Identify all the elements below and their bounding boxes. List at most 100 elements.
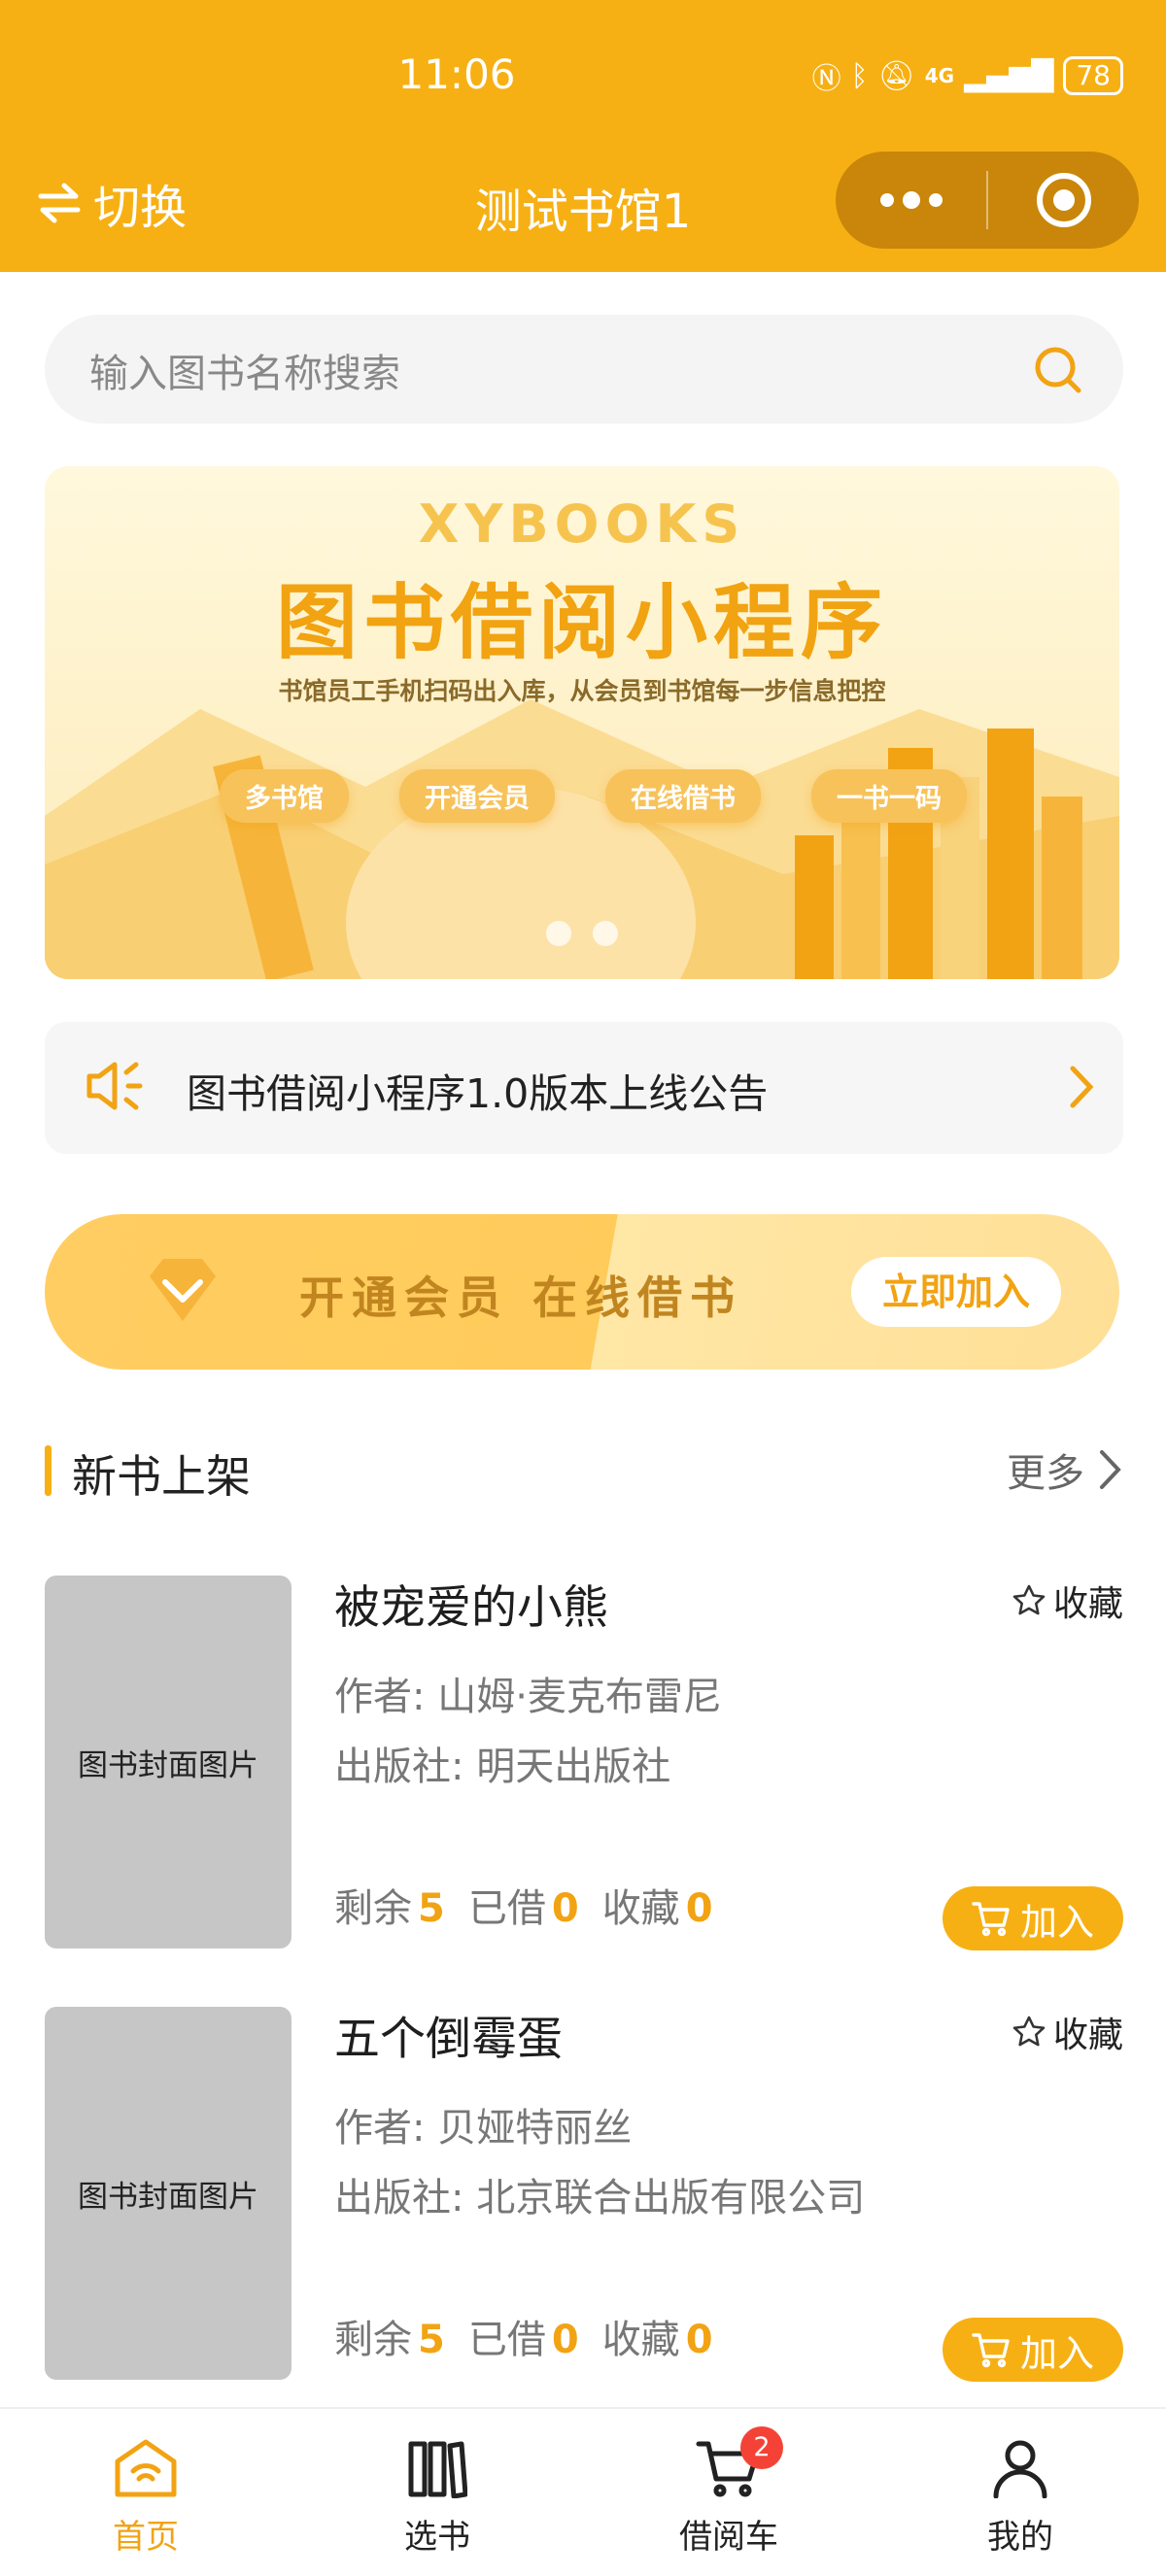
more-link[interactable]: 更多 — [1007, 1441, 1123, 1498]
book-author: 作者: 贝娅特丽丝 — [334, 2096, 632, 2152]
favorite-button[interactable]: 收藏 — [1011, 1576, 1123, 1626]
home-icon — [115, 2439, 177, 2497]
tab-select-books[interactable]: 选书 — [292, 2409, 583, 2576]
add-to-cart-button[interactable]: 加入 — [943, 2318, 1123, 2382]
nav-bar: 切换 测试书馆1 — [0, 146, 1166, 253]
borrowed-stat: 已借 0 — [468, 2308, 579, 2364]
target-icon — [1036, 173, 1091, 227]
app-header: 11:06 Ⓝ ᛒ 🔕︎ 4G ▂▄▆█ 78 切换 测试书馆1 — [0, 0, 1166, 272]
borrowed-count: 0 — [551, 1886, 579, 1931]
search-placeholder: 输入图书名称搜索 — [89, 352, 400, 396]
battery-level: 78 — [1063, 56, 1123, 95]
chevron-right-icon — [1100, 1450, 1121, 1489]
tab-mine[interactable]: 我的 — [874, 2409, 1166, 2576]
remain-count: 5 — [418, 1886, 445, 1931]
section-title: 新书上架 — [72, 1450, 251, 1503]
bluetooth-icon: ᛒ — [850, 58, 869, 93]
carousel-dot[interactable] — [593, 921, 618, 946]
banner-tags: 多书馆 开通会员 在线借书 一书一码 — [220, 769, 967, 823]
mini-program-capsule — [836, 152, 1139, 249]
remain-stat: 剩余 5 — [334, 1877, 445, 1933]
borrowed-count: 0 — [551, 2318, 579, 2362]
mute-icon: 🔕︎ — [877, 58, 915, 93]
author-label: 作者: — [334, 2106, 426, 2151]
remain-stat: 剩余 5 — [334, 2308, 445, 2364]
network-label: 4G — [924, 64, 955, 87]
status-icons: Ⓝ ᛒ 🔕︎ 4G ▂▄▆█ 78 — [812, 54, 1123, 97]
star-icon — [1012, 1584, 1046, 1615]
book-cover[interactable]: 图书封面图片 — [45, 1576, 292, 1949]
cart-badge: 2 — [740, 2426, 783, 2469]
carousel-dot[interactable] — [546, 921, 571, 946]
author-value: 山姆·麦克布雷尼 — [437, 1675, 722, 1719]
borrowed-label: 已借 — [467, 2318, 546, 2362]
author-value: 贝娅特丽丝 — [437, 2106, 633, 2151]
close-program-button[interactable] — [988, 170, 1139, 230]
tab-home[interactable]: 首页 — [0, 2409, 292, 2576]
banner-tag: 在线借书 — [605, 769, 761, 823]
join-now-button[interactable]: 立即加入 — [851, 1257, 1061, 1327]
section-accent-bar — [45, 1445, 51, 1496]
favorite-count-label: 收藏 — [601, 1886, 680, 1931]
tab-label: 借阅车 — [679, 2518, 778, 2557]
more-dots-icon — [879, 191, 943, 209]
banner-tag: 多书馆 — [220, 769, 349, 823]
favorite-label: 收藏 — [1052, 2016, 1123, 2055]
book-card[interactable]: 图书封面图片 被宠爱的小熊 收藏 作者: 山姆·麦克布雷尼 出版社: 明天出版社… — [45, 1576, 1123, 1950]
tab-label: 我的 — [987, 2518, 1053, 2557]
add-label: 加入 — [1019, 1900, 1094, 1944]
book-title[interactable]: 五个倒霉蛋 — [334, 2001, 563, 2068]
favorite-stat: 收藏 0 — [602, 1877, 713, 1933]
tab-borrow-cart[interactable]: 2 借阅车 — [583, 2409, 874, 2576]
tab-bar: 首页 选书 2 借阅车 我的 — [0, 2407, 1166, 2576]
favorite-count: 0 — [685, 2318, 713, 2362]
user-icon — [993, 2440, 1047, 2498]
announcement-bar[interactable]: 图书借阅小程序1.0版本上线公告 — [45, 1022, 1123, 1154]
favorite-stat: 收藏 0 — [602, 2308, 713, 2364]
favorite-label: 收藏 — [1052, 1584, 1123, 1624]
banner-carousel[interactable]: XYBOOKS 图书借阅小程序 书馆员工手机扫码出入库，从会员到书馆每一步信息把… — [45, 466, 1119, 979]
book-stats: 剩余 5 已借 0 收藏 0 — [334, 1877, 713, 1933]
author-label: 作者: — [334, 1675, 426, 1719]
books-icon — [408, 2441, 467, 2498]
cart-icon — [972, 1902, 1010, 1937]
banner-subtitle: 书馆员工手机扫码出入库，从会员到书馆每一步信息把控 — [278, 677, 886, 705]
borrowed-stat: 已借 0 — [468, 1877, 579, 1933]
announcement-text: 图书借阅小程序1.0版本上线公告 — [187, 1070, 769, 1117]
chevron-right-icon — [1070, 1066, 1094, 1108]
signal-icon: ▂▄▆█ — [964, 58, 1054, 93]
book-publisher: 出版社: 明天出版社 — [334, 1735, 670, 1791]
status-time: 11:06 — [397, 51, 516, 98]
star-icon — [1012, 2016, 1046, 2047]
banner-title: 图书借阅小程序 — [275, 575, 888, 670]
banner-tag: 开通会员 — [399, 769, 555, 823]
diamond-icon — [150, 1259, 216, 1321]
banner-brand: XYBOOKS — [418, 493, 746, 555]
membership-banner[interactable]: 开通会员 在线借书 立即加入 — [45, 1214, 1119, 1370]
speaker-icon — [86, 1062, 143, 1110]
remain-label: 剩余 — [334, 2318, 412, 2362]
more-label: 更多 — [1007, 1451, 1084, 1496]
publisher-value: 北京联合出版有限公司 — [476, 2176, 866, 2220]
search-bar[interactable]: 输入图书名称搜索 — [45, 315, 1123, 424]
membership-text: 开通会员 在线借书 — [299, 1271, 743, 1324]
book-title[interactable]: 被宠爱的小熊 — [334, 1570, 608, 1637]
favorite-count-label: 收藏 — [601, 2318, 680, 2362]
more-button[interactable] — [836, 190, 986, 210]
carousel-indicator — [45, 921, 1119, 946]
cart-icon — [972, 2333, 1010, 2368]
banner-tag: 一书一码 — [811, 769, 967, 823]
section-header: 新书上架 更多 — [45, 1441, 1123, 1503]
book-publisher: 出版社: 北京联合出版有限公司 — [334, 2166, 865, 2222]
favorite-button[interactable]: 收藏 — [1011, 2007, 1123, 2057]
remain-label: 剩余 — [334, 1886, 412, 1931]
book-cover[interactable]: 图书封面图片 — [45, 2007, 292, 2380]
book-author: 作者: 山姆·麦克布雷尼 — [334, 1665, 722, 1721]
nfc-icon: Ⓝ — [811, 62, 841, 96]
search-icon[interactable] — [1032, 344, 1084, 396]
favorite-count: 0 — [685, 1886, 713, 1931]
tab-label: 首页 — [113, 2518, 179, 2557]
borrowed-label: 已借 — [467, 1886, 546, 1931]
book-card[interactable]: 图书封面图片 五个倒霉蛋 收藏 作者: 贝娅特丽丝 出版社: 北京联合出版有限公… — [45, 2007, 1123, 2382]
add-to-cart-button[interactable]: 加入 — [943, 1886, 1123, 1950]
